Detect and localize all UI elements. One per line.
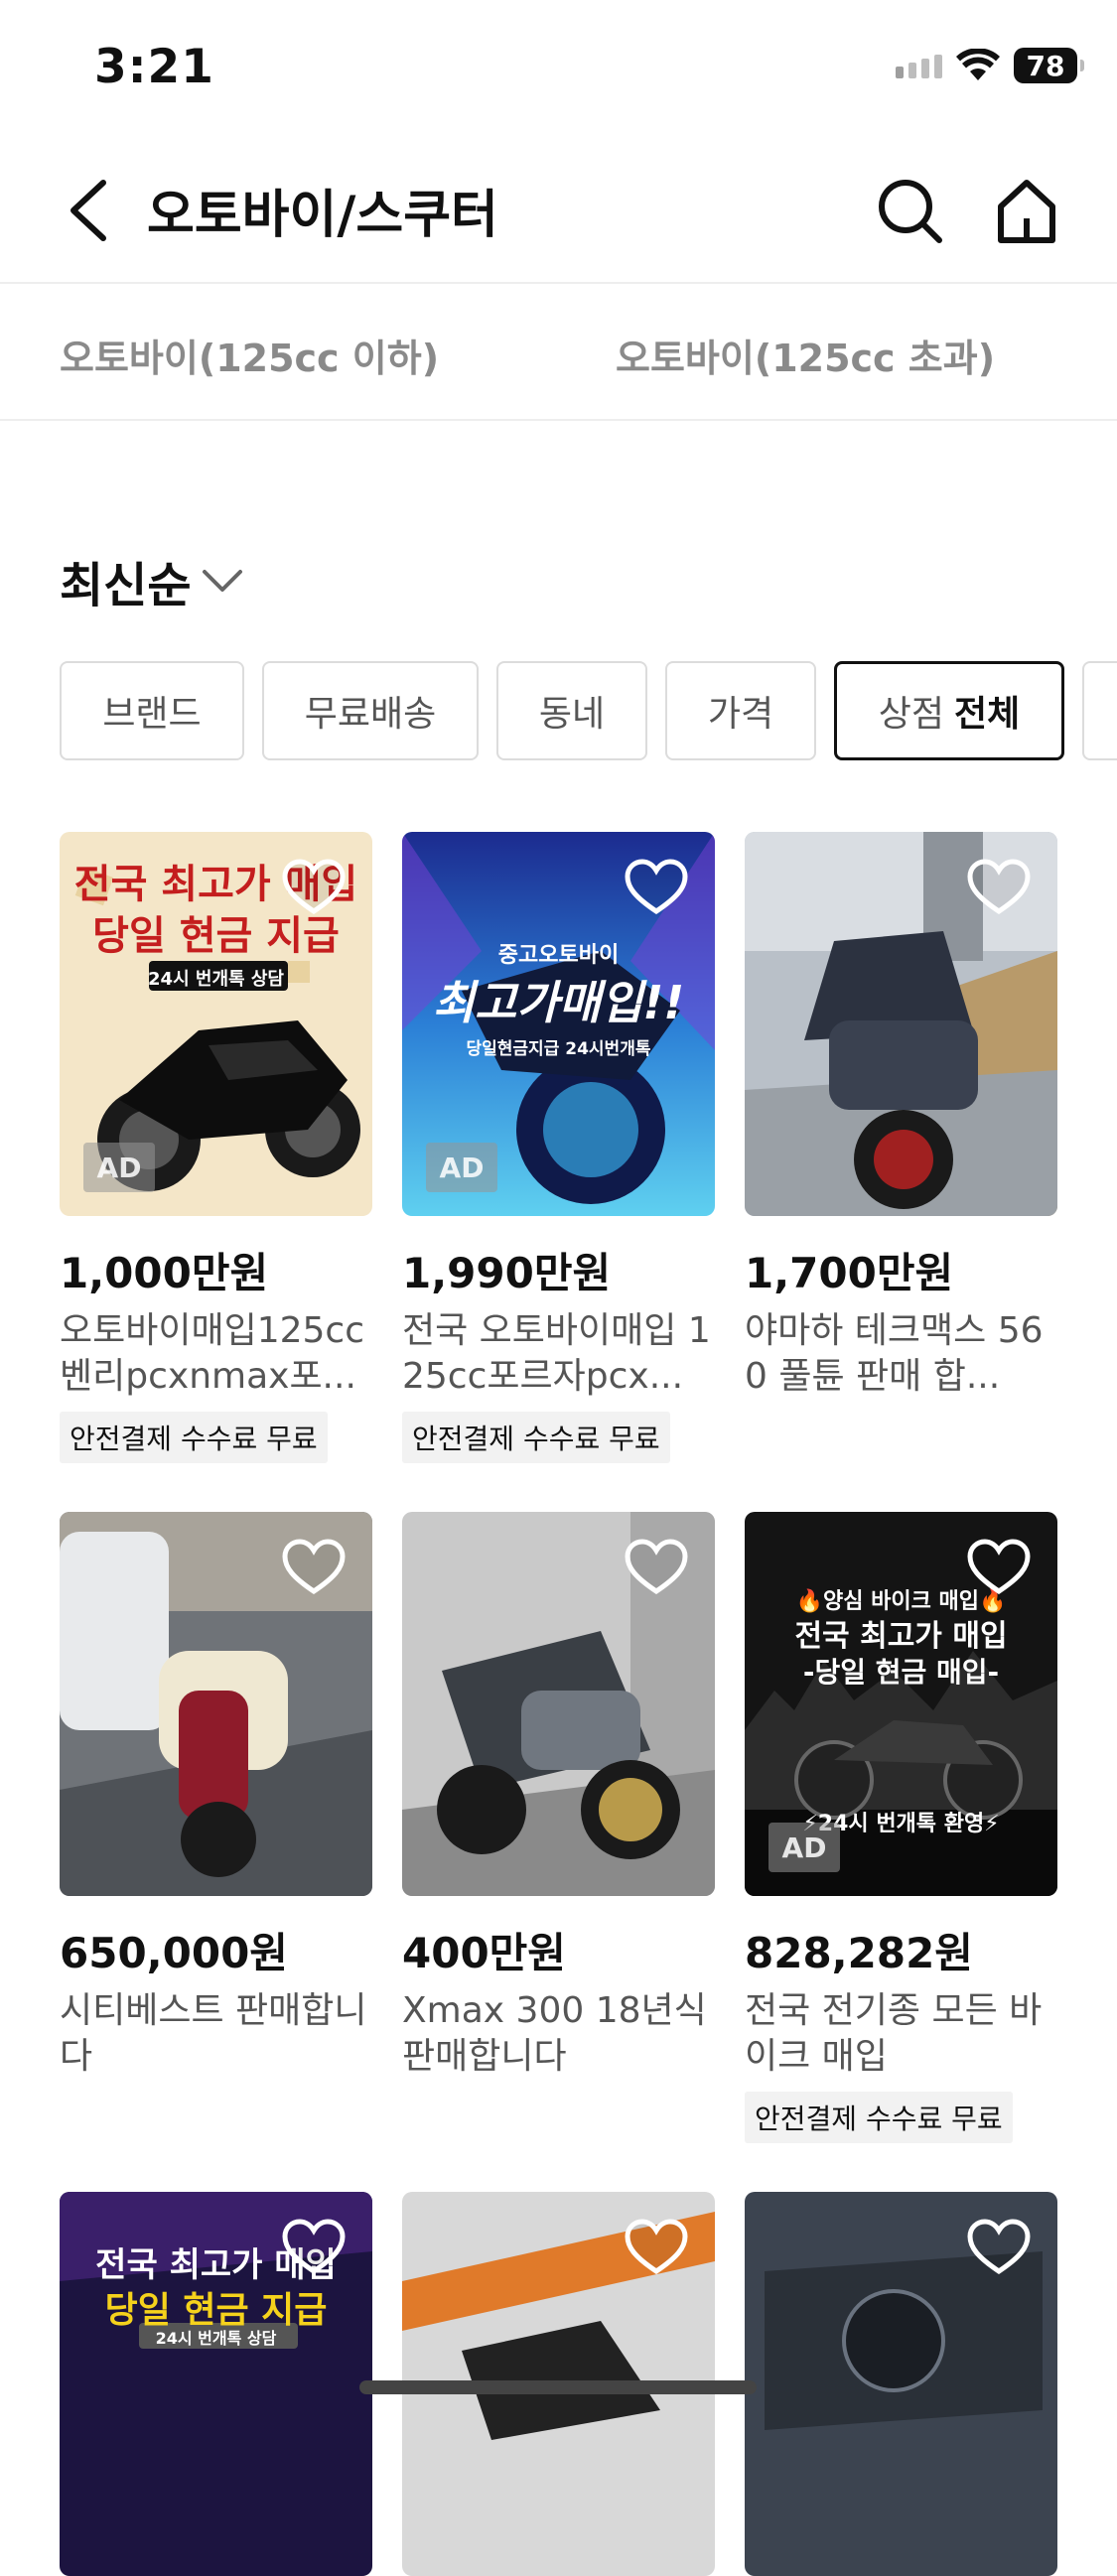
product-card[interactable]: 전국 최고가 매입 당일 현금 지급 24시 번개톡 상담 [60, 2192, 372, 2576]
filter-free-shipping[interactable]: 무료배송 [262, 661, 479, 760]
product-image: 중고오토바이 최고가매입!! 당일현금지급 24시번개톡 AD [402, 832, 715, 1216]
product-price: 1,990만원 [402, 1249, 612, 1297]
tab-under-125cc[interactable]: 오토바이(125cc 이하) [60, 328, 439, 382]
product-price: 1,000만원 [60, 1249, 269, 1297]
product-image [402, 1512, 715, 1896]
product-title: 전국 전기종 모든 바이크 매입 [745, 1990, 1043, 2077]
sort-label: 최신순 [60, 558, 192, 613]
heart-icon[interactable] [281, 858, 347, 917]
product-price: 650,000원 [60, 1929, 288, 1977]
ad-badge: AD [83, 1143, 155, 1192]
image-caption: 최고가매입!! [432, 976, 685, 1029]
product-image [60, 1512, 372, 1896]
safe-payment-badge: 안전결제 수수료 무료 [60, 1412, 328, 1463]
search-button[interactable] [874, 171, 945, 250]
page-title: 오토바이/스쿠터 [147, 186, 498, 245]
product-card[interactable]: 중고오토바이 최고가매입!! 당일현금지급 24시번개톡 AD 1,990만원 … [402, 832, 715, 1463]
product-image: 🔥양심 바이크 매입🔥 전국 최고가 매입 -당일 현금 매입- ⚡24시 번개… [745, 1512, 1057, 1896]
wifi-icon [956, 49, 1000, 80]
filter-brand[interactable]: 브랜드 [60, 661, 244, 760]
battery-icon: 78 [1014, 48, 1084, 83]
filter-price[interactable]: 가격 [665, 661, 816, 760]
tab-over-125cc[interactable]: 오토바이(125cc 초과) [616, 328, 995, 382]
filter-store-label: 상점 [878, 694, 944, 735]
ad-badge: AD [768, 1823, 840, 1872]
product-image [745, 832, 1057, 1216]
image-caption: 전국 최고가 매입 [794, 1619, 1008, 1654]
product-card[interactable]: 전국 최고가 매입 당일 현금 지급 24시 번개톡 상담 AD 1,000만원… [60, 832, 372, 1463]
search-icon [879, 180, 942, 243]
battery-level: 78 [1026, 49, 1065, 82]
heart-icon[interactable] [966, 2218, 1032, 2277]
image-caption: 중고오토바이 [497, 943, 620, 968]
product-title: 시티베스트 판매합니다 [60, 1990, 367, 2077]
safe-payment-badge: 안전결제 수수료 무료 [745, 2092, 1013, 2143]
product-image: 전국 최고가 매입 당일 현금 지급 24시 번개톡 상담 [60, 2192, 372, 2576]
filter-next-chip[interactable] [1082, 661, 1117, 760]
product-card[interactable]: 🔥양심 바이크 매입🔥 전국 최고가 매입 -당일 현금 매입- ⚡24시 번개… [745, 1512, 1057, 2143]
filter-store-value: 전체 [954, 694, 1021, 735]
product-title: 오토바이매입125cc 벤리pcxnmax포... [60, 1310, 365, 1397]
heart-icon[interactable] [281, 2218, 347, 2277]
home-indicator [359, 2380, 757, 2394]
image-caption: -당일 현금 매입- [802, 1656, 1000, 1689]
home-icon [998, 180, 1055, 243]
product-title: 야마하 테크맥스 560 풀튠 판매 합... [745, 1310, 1044, 1397]
product-card[interactable] [745, 2192, 1057, 2576]
nav-header: 오토바이/스쿠터 [0, 139, 1117, 284]
status-time: 3:21 [94, 40, 214, 94]
filter-chips: 브랜드 무료배송 동네 가격 상점 전체 [60, 661, 1117, 764]
heart-icon[interactable] [281, 1538, 347, 1597]
filter-store[interactable]: 상점 전체 [834, 661, 1064, 760]
product-price: 400만원 [402, 1929, 566, 1977]
cellular-signal-icon [896, 53, 942, 78]
image-caption: 당일현금지급 24시번개톡 [466, 1039, 651, 1059]
status-icons: 78 [896, 48, 1084, 83]
back-button[interactable] [58, 171, 127, 250]
filter-neighborhood[interactable]: 동네 [496, 661, 647, 760]
product-card[interactable]: 1,700만원 야마하 테크맥스 560 풀튠 판매 합... [745, 832, 1057, 1400]
image-caption: 24시 번개톡 상담 [155, 2329, 277, 2348]
heart-icon[interactable] [966, 1538, 1032, 1597]
heart-icon[interactable] [624, 858, 689, 917]
heart-icon[interactable] [624, 2218, 689, 2277]
sub-category-tabs: 오토바이(125cc 이하) 오토바이(125cc 초과) [0, 284, 1117, 421]
heart-icon[interactable] [966, 858, 1032, 917]
status-bar: 3:21 78 [0, 0, 1117, 139]
ad-badge: AD [426, 1143, 497, 1192]
product-card[interactable]: 400만원 Xmax 300 18년식 판매합니다 [402, 1512, 715, 2080]
heart-icon[interactable] [624, 1538, 689, 1597]
chevron-down-icon [203, 570, 243, 592]
product-title: Xmax 300 18년식 판매합니다 [402, 1990, 707, 2077]
safe-payment-badge: 안전결제 수수료 무료 [402, 1412, 670, 1463]
product-image [745, 2192, 1057, 2576]
image-caption: 24시 번개톡 상담 [148, 969, 284, 990]
product-price: 1,700만원 [745, 1249, 954, 1297]
product-card[interactable]: 650,000원 시티베스트 판매합니다 [60, 1512, 372, 2080]
product-image: 전국 최고가 매입 당일 현금 지급 24시 번개톡 상담 AD [60, 832, 372, 1216]
sort-dropdown[interactable]: 최신순 [60, 546, 244, 615]
product-price: 828,282원 [745, 1929, 973, 1977]
home-button[interactable] [991, 171, 1062, 250]
product-title: 전국 오토바이매입 125cc포르자pcx... [402, 1310, 711, 1397]
chevron-left-icon [70, 180, 106, 241]
